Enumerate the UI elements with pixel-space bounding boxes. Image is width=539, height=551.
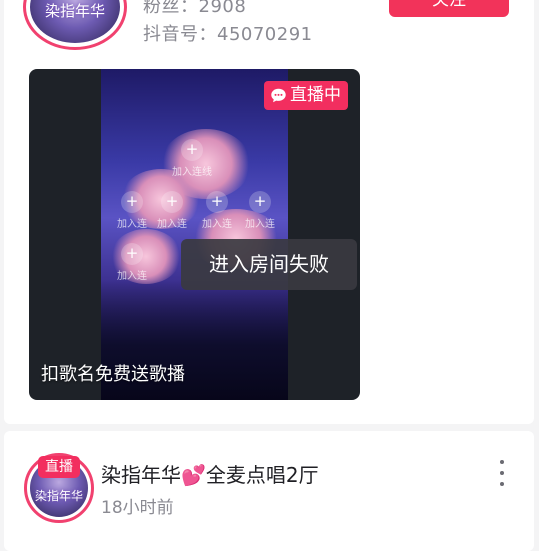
live-status-badge: 直播中 [264,81,348,110]
join-seat[interactable]: + 加入连线 [163,139,221,178]
post-time: 18小时前 [101,498,174,518]
douyin-id: 抖音号：45070291 [143,24,313,45]
plus-icon: + [249,191,271,213]
more-options-icon[interactable] [492,460,512,486]
join-seat[interactable]: + 加入连 [231,191,288,230]
plus-icon: + [121,243,143,265]
live-room-title: 扣歌名免费送歌播 [41,364,185,385]
live-badge-label: 直播中 [290,85,341,105]
avatar-text: 染指年华 [44,1,105,20]
chat-bubble-icon [271,88,286,103]
error-toast: 进入房间失败 [181,239,357,290]
plus-icon: + [181,139,203,161]
follow-button[interactable]: 关注 [389,0,509,17]
live-video-preview[interactable]: + 加入连线 + 加入连 + 加入连 + 加入连 + 加入连 + 加入连 直播中… [29,69,360,400]
join-seat[interactable]: + 加入连 [103,243,161,282]
live-tag: 直播 [38,456,80,478]
plus-icon: + [161,191,183,213]
avatar-text: 染指年华 [34,488,83,503]
avatar-image: 染指年华 [30,0,120,43]
fans-count: 粉丝：2908 [143,0,247,17]
plus-icon: + [206,191,228,213]
post-title[interactable]: 染指年华💕全麦点唱2厅 [101,459,319,488]
plus-icon: + [121,191,143,213]
live-room-background: + 加入连线 + 加入连 + 加入连 + 加入连 + 加入连 + 加入连 [101,69,288,400]
